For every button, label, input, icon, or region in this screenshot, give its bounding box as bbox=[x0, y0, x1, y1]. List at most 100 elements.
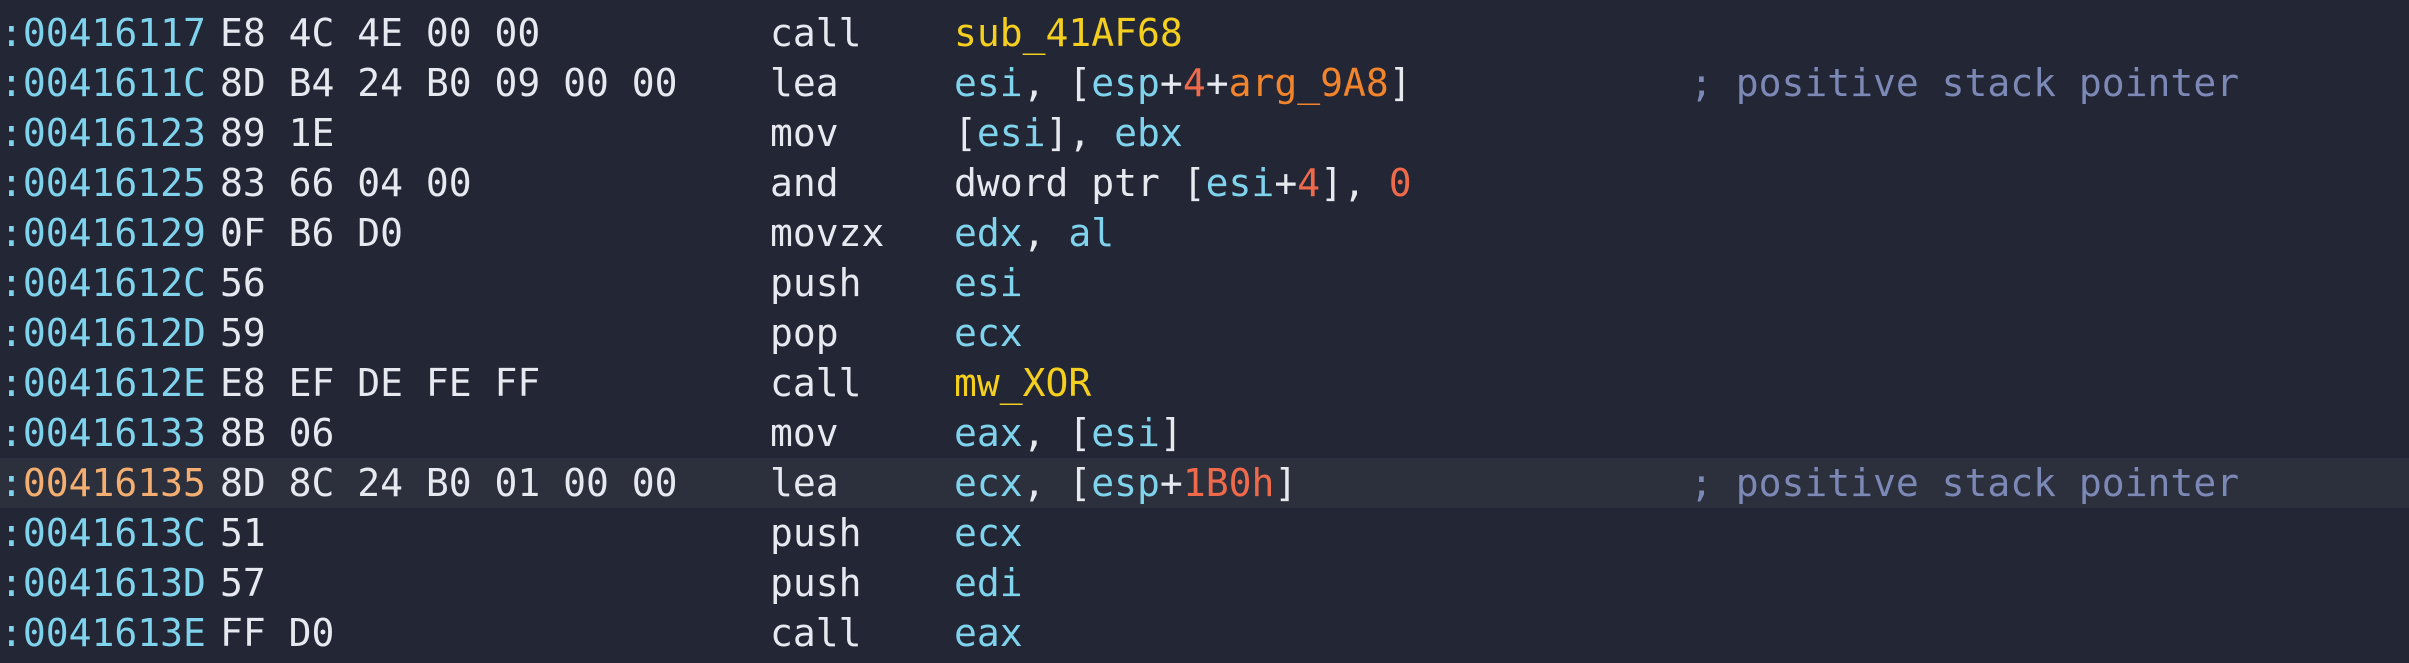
disasm-line[interactable]: :00416133 8B 06 mov eax, [esi] bbox=[0, 408, 2409, 458]
address-value[interactable]: 00416135 bbox=[23, 461, 206, 505]
address-value[interactable]: 0041611C bbox=[23, 61, 206, 105]
mnemonic[interactable]: lea bbox=[770, 58, 839, 108]
register-token[interactable]: esi bbox=[954, 61, 1023, 105]
operand-punctuation: ], bbox=[1320, 161, 1389, 205]
operands: esi, [esp+4+arg_9A8] bbox=[954, 58, 1412, 108]
address[interactable]: :0041612D bbox=[0, 308, 206, 358]
register-token[interactable]: edi bbox=[954, 561, 1023, 605]
operand-punctuation: [ bbox=[954, 111, 977, 155]
mnemonic[interactable]: call bbox=[770, 8, 862, 58]
operand-punctuation: ] bbox=[1274, 461, 1298, 505]
register-token[interactable]: esi bbox=[1206, 161, 1275, 205]
opcode-bytes: 83 66 04 00 bbox=[220, 161, 472, 205]
opcode-bytes: 51 bbox=[220, 511, 266, 555]
number-token: 4 bbox=[1297, 161, 1321, 205]
operand-punctuation: , [ bbox=[1022, 461, 1092, 505]
disasm-line[interactable]: :0041612E E8 EF DE FE FF call mw_XOR bbox=[0, 358, 2409, 408]
address-value[interactable]: 0041612C bbox=[23, 261, 206, 305]
address-value[interactable]: 00416123 bbox=[23, 111, 206, 155]
disasm-line[interactable]: :0041613E FF D0 call eax bbox=[0, 608, 2409, 658]
number-token: 0 bbox=[1388, 161, 1412, 205]
register-token[interactable]: eax bbox=[954, 411, 1023, 455]
mnemonic[interactable]: pop bbox=[770, 308, 839, 358]
mnemonic[interactable]: mov bbox=[770, 108, 839, 158]
mnemonic[interactable]: call bbox=[770, 358, 862, 408]
register-token[interactable]: ecx bbox=[954, 461, 1023, 505]
opcode-bytes: 8B 06 bbox=[220, 411, 335, 455]
address-value[interactable]: 00416117 bbox=[23, 11, 206, 55]
comment: ; positive stack pointer bbox=[1690, 461, 2240, 505]
address[interactable]: :0041612E bbox=[0, 358, 206, 408]
symbol-link[interactable]: sub_41AF68 bbox=[954, 11, 1183, 55]
register-token[interactable]: esi bbox=[1091, 411, 1160, 455]
disasm-line[interactable]: :0041613D 57 push edi bbox=[0, 558, 2409, 608]
address-value[interactable]: 0041613E bbox=[23, 611, 206, 655]
opcode-bytes: 8D B4 24 B0 09 00 00 bbox=[220, 61, 678, 105]
operands: eax, [esi] bbox=[954, 408, 1183, 458]
address-value[interactable]: 00416133 bbox=[23, 411, 206, 455]
mnemonic[interactable]: push bbox=[770, 558, 862, 608]
register-token[interactable]: esp bbox=[1091, 461, 1160, 505]
mnemonic[interactable]: mov bbox=[770, 408, 839, 458]
disasm-line[interactable]: :00416125 83 66 04 00 and dword ptr [esi+4]… bbox=[0, 158, 2409, 208]
register-token[interactable]: eax bbox=[954, 611, 1023, 655]
address[interactable]: :00416135 bbox=[0, 458, 206, 508]
operands: ecx bbox=[954, 508, 1023, 558]
disasm-line[interactable]: :0041612D 59 pop ecx bbox=[0, 308, 2409, 358]
address-value[interactable]: 0041612E bbox=[23, 361, 206, 405]
opcode-bytes: 89 1E bbox=[220, 111, 335, 155]
stack-arg-token[interactable]: arg_9A8 bbox=[1229, 61, 1389, 105]
operand-punctuation: + bbox=[1159, 461, 1183, 505]
disasm-line[interactable]: :0041611C 8D B4 24 B0 09 00 00 lea esi, [es… bbox=[0, 58, 2409, 108]
disasm-line[interactable]: :0041613C 51 push ecx bbox=[0, 508, 2409, 558]
mnemonic[interactable]: call bbox=[770, 608, 862, 658]
address-value[interactable]: 0041613D bbox=[23, 561, 206, 605]
register-token[interactable]: ecx bbox=[954, 311, 1023, 355]
mnemonic[interactable]: lea bbox=[770, 458, 839, 508]
symbol-link[interactable]: mw_XOR bbox=[954, 361, 1091, 405]
register-token[interactable]: esi bbox=[977, 111, 1046, 155]
address-prefix: : bbox=[0, 461, 23, 505]
operands: dword ptr [esi+4], 0 bbox=[954, 158, 1412, 208]
opcode-bytes: 0F B6 D0 bbox=[220, 211, 404, 255]
address[interactable]: :0041612C bbox=[0, 258, 206, 308]
address-prefix: : bbox=[0, 11, 23, 55]
number-token: 1B0h bbox=[1182, 461, 1275, 505]
register-token[interactable]: al bbox=[1068, 211, 1114, 255]
register-token[interactable]: esp bbox=[1091, 61, 1160, 105]
address[interactable]: :0041613C bbox=[0, 508, 206, 558]
register-token[interactable]: esi bbox=[954, 261, 1023, 305]
address[interactable]: :00416123 bbox=[0, 108, 206, 158]
opcode-bytes: 8D 8C 24 B0 01 00 00 bbox=[220, 461, 678, 505]
address-value[interactable]: 00416125 bbox=[23, 161, 206, 205]
address[interactable]: :0041613E bbox=[0, 608, 206, 658]
operands: esi bbox=[954, 258, 1023, 308]
address-prefix: : bbox=[0, 111, 23, 155]
disasm-line[interactable]: :0041612C 56 push esi bbox=[0, 258, 2409, 308]
register-token[interactable]: ecx bbox=[954, 511, 1023, 555]
clipped-previous-line bbox=[0, 0, 2409, 4]
mnemonic[interactable]: movzx bbox=[770, 208, 884, 258]
address-value[interactable]: 0041612D bbox=[23, 311, 206, 355]
address[interactable]: :0041613D bbox=[0, 558, 206, 608]
disassembly-listing: :00416117 E8 4C 4E 00 00 call sub_41AF68:00… bbox=[0, 0, 2409, 663]
address-value[interactable]: 00416129 bbox=[23, 211, 206, 255]
address[interactable]: :00416125 bbox=[0, 158, 206, 208]
mnemonic[interactable]: and bbox=[770, 158, 839, 208]
address[interactable]: :00416117 bbox=[0, 8, 206, 58]
mnemonic[interactable]: push bbox=[770, 258, 862, 308]
address[interactable]: :00416129 bbox=[0, 208, 206, 258]
operand-punctuation: + bbox=[1159, 61, 1183, 105]
disasm-line[interactable]: :00416117 E8 4C 4E 00 00 call sub_41AF68 bbox=[0, 8, 2409, 58]
address[interactable]: :0041611C bbox=[0, 58, 206, 108]
disasm-line[interactable]: :00416129 0F B6 D0 movzx edx, al bbox=[0, 208, 2409, 258]
mnemonic[interactable]: push bbox=[770, 508, 862, 558]
disasm-line[interactable]: :00416135 8D 8C 24 B0 01 00 00 lea ecx, [es… bbox=[0, 458, 2409, 508]
register-token[interactable]: ebx bbox=[1114, 111, 1183, 155]
address-value[interactable]: 0041613C bbox=[23, 511, 206, 555]
operand-punctuation: , bbox=[1022, 211, 1069, 255]
address[interactable]: :00416133 bbox=[0, 408, 206, 458]
register-token[interactable]: edx bbox=[954, 211, 1023, 255]
address-prefix: : bbox=[0, 211, 23, 255]
disasm-line[interactable]: :00416123 89 1E mov [esi], ebx bbox=[0, 108, 2409, 158]
